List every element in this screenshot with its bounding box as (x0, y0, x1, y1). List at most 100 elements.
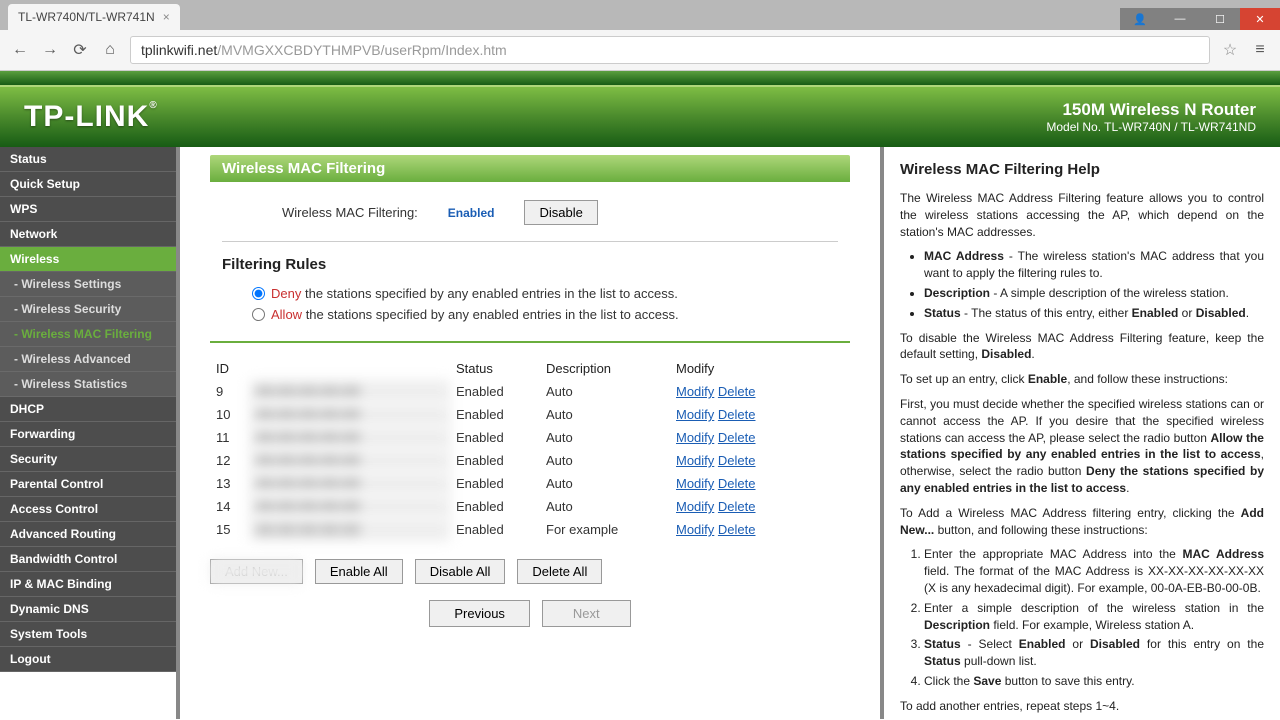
sidebar-item-wireless-settings[interactable]: - Wireless Settings (0, 272, 176, 297)
sidebar-item-system-tools[interactable]: System Tools (0, 622, 176, 647)
table-row: 13XX-XX-XX-XX-XXEnabledAutoModify Delete (210, 472, 850, 495)
url-host: tplinkwifi.net (141, 42, 217, 58)
col-modify: Modify (670, 357, 850, 380)
table-header-row: ID Status Description Modify (210, 357, 850, 380)
sidebar-item-logout[interactable]: Logout (0, 647, 176, 672)
window-controls: 👤 — ☐ ✕ (1120, 8, 1280, 30)
delete-link[interactable]: Delete (718, 499, 756, 514)
sidebar-item-status[interactable]: Status (0, 147, 176, 172)
help-first: First, you must decide whether the speci… (900, 396, 1264, 497)
sidebar-item-forwarding[interactable]: Forwarding (0, 422, 176, 447)
browser-chrome: TL-WR740N/TL-WR741N × 👤 — ☐ ✕ ← → ⟳ ⌂ tp… (0, 0, 1280, 71)
modify-link[interactable]: Modify (676, 407, 714, 422)
add-new-button[interactable]: Add New... (210, 559, 303, 584)
delete-link[interactable]: Delete (718, 407, 756, 422)
modify-link[interactable]: Modify (676, 430, 714, 445)
mac-cell: XX-XX-XX-XX-XX (250, 403, 450, 426)
disable-button[interactable]: Disable (524, 200, 597, 225)
window-close-button[interactable]: ✕ (1240, 8, 1280, 30)
minimize-button[interactable]: — (1160, 8, 1200, 30)
url-path: /MVMGXXCBDYTHMPVB/userRpm/Index.htm (217, 42, 506, 58)
sidebar-item-dhcp[interactable]: DHCP (0, 397, 176, 422)
sidebar: Status Quick Setup WPS Network Wireless … (0, 147, 180, 719)
help-ol-4: Click the Save button to save this entry… (924, 673, 1264, 690)
sidebar-item-wireless-security[interactable]: - Wireless Security (0, 297, 176, 322)
help-ol-3: Status - Select Enabled or Disabled for … (924, 636, 1264, 670)
filtering-section: Wireless MAC Filtering: Enabled Disable … (210, 182, 850, 343)
delete-link[interactable]: Delete (718, 522, 756, 537)
action-button-row: Add New... Enable All Disable All Delete… (210, 559, 850, 584)
sidebar-item-security[interactable]: Security (0, 447, 176, 472)
help-li-mac: MAC Address - The wireless station's MAC… (924, 248, 1264, 282)
modify-link[interactable]: Modify (676, 522, 714, 537)
maximize-button[interactable]: ☐ (1200, 8, 1240, 30)
mac-cell: XX-XX-XX-XX-XX (250, 380, 450, 403)
pager: Previous Next (210, 600, 850, 627)
delete-link[interactable]: Delete (718, 476, 756, 491)
rule-deny-row[interactable]: Deny the stations specified by any enabl… (222, 283, 838, 304)
reload-button[interactable]: ⟳ (70, 40, 90, 60)
modify-link[interactable]: Modify (676, 476, 714, 491)
next-button[interactable]: Next (542, 600, 631, 627)
close-icon[interactable]: × (163, 10, 170, 24)
table-row: 14XX-XX-XX-XX-XXEnabledAutoModify Delete (210, 495, 850, 518)
router-model: Model No. TL-WR740N / TL-WR741ND (1046, 120, 1256, 134)
forward-button[interactable]: → (40, 40, 60, 60)
modify-link[interactable]: Modify (676, 453, 714, 468)
help-setup: To set up an entry, click Enable, and fo… (900, 371, 1264, 388)
enable-all-button[interactable]: Enable All (315, 559, 403, 584)
help-add: To Add a Wireless MAC Address filtering … (900, 505, 1264, 539)
help-li-desc: Description - A simple description of th… (924, 285, 1264, 302)
mac-cell: XX-XX-XX-XX-XX (250, 495, 450, 518)
router-name: 150M Wireless N Router (1046, 100, 1256, 120)
rule-allow-row[interactable]: Allow the stations specified by any enab… (222, 304, 838, 325)
user-icon[interactable]: 👤 (1120, 8, 1160, 30)
rule-deny-word: Deny (271, 286, 301, 301)
sidebar-item-network[interactable]: Network (0, 222, 176, 247)
url-field[interactable]: tplinkwifi.net/MVMGXXCBDYTHMPVB/userRpm/… (130, 36, 1210, 64)
delete-link[interactable]: Delete (718, 384, 756, 399)
previous-button[interactable]: Previous (429, 600, 530, 627)
menu-icon[interactable]: ≡ (1250, 40, 1270, 60)
sidebar-item-bandwidth-control[interactable]: Bandwidth Control (0, 547, 176, 572)
address-bar: ← → ⟳ ⌂ tplinkwifi.net/MVMGXXCBDYTHMPVB/… (0, 30, 1280, 71)
content: Status Quick Setup WPS Network Wireless … (0, 147, 1280, 719)
sidebar-item-dynamic-dns[interactable]: Dynamic DNS (0, 597, 176, 622)
sidebar-item-access-control[interactable]: Access Control (0, 497, 176, 522)
sidebar-item-wireless-statistics[interactable]: - Wireless Statistics (0, 372, 176, 397)
delete-all-button[interactable]: Delete All (517, 559, 602, 584)
page-header: TP-LINK® 150M Wireless N Router Model No… (0, 85, 1280, 147)
rule-deny-text: the stations specified by any enabled en… (301, 286, 678, 301)
bookmark-icon[interactable]: ☆ (1220, 40, 1240, 60)
sidebar-item-wireless-mac-filtering[interactable]: - Wireless MAC Filtering (0, 322, 176, 347)
sidebar-item-wireless-advanced[interactable]: - Wireless Advanced (0, 347, 176, 372)
top-stripe (0, 71, 1280, 85)
modify-link[interactable]: Modify (676, 384, 714, 399)
rule-deny-radio[interactable] (252, 287, 265, 300)
sidebar-item-advanced-routing[interactable]: Advanced Routing (0, 522, 176, 547)
sidebar-item-wireless[interactable]: Wireless (0, 247, 176, 272)
modify-link[interactable]: Modify (676, 499, 714, 514)
help-panel: Wireless MAC Filtering Help The Wireless… (880, 147, 1280, 719)
home-button[interactable]: ⌂ (100, 40, 120, 60)
tab-bar: TL-WR740N/TL-WR741N × 👤 — ☐ ✕ (0, 0, 1280, 30)
section-title: Wireless MAC Filtering (210, 155, 850, 182)
browser-tab[interactable]: TL-WR740N/TL-WR741N × (8, 4, 180, 30)
back-button[interactable]: ← (10, 40, 30, 60)
main-panel: Wireless MAC Filtering Wireless MAC Filt… (180, 147, 880, 719)
delete-link[interactable]: Delete (718, 453, 756, 468)
table-row: 15XX-XX-XX-XX-XXEnabledFor exampleModify… (210, 518, 850, 541)
sidebar-item-wps[interactable]: WPS (0, 197, 176, 222)
sidebar-item-parental-control[interactable]: Parental Control (0, 472, 176, 497)
sidebar-item-quick-setup[interactable]: Quick Setup (0, 172, 176, 197)
sidebar-item-ip-mac-binding[interactable]: IP & MAC Binding (0, 572, 176, 597)
help-li-status: Status - The status of this entry, eithe… (924, 305, 1264, 322)
table-row: 9XX-XX-XX-XX-XXEnabledAutoModify Delete (210, 380, 850, 403)
mac-cell: XX-XX-XX-XX-XX (250, 449, 450, 472)
mac-cell: XX-XX-XX-XX-XX (250, 472, 450, 495)
help-disable: To disable the Wireless MAC Address Filt… (900, 330, 1264, 364)
rule-allow-radio[interactable] (252, 308, 265, 321)
disable-all-button[interactable]: Disable All (415, 559, 506, 584)
delete-link[interactable]: Delete (718, 430, 756, 445)
help-ol-2: Enter a simple description of the wirele… (924, 600, 1264, 634)
